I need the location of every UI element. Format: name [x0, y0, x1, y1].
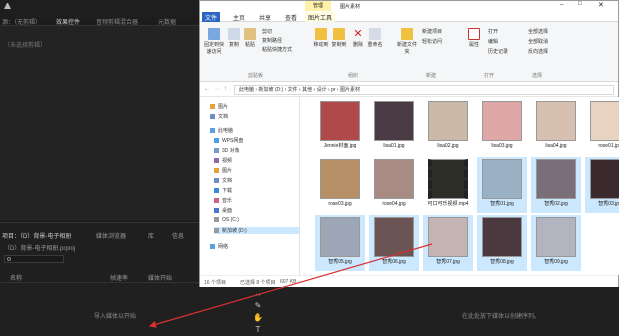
drag-arrow — [148, 243, 433, 328]
